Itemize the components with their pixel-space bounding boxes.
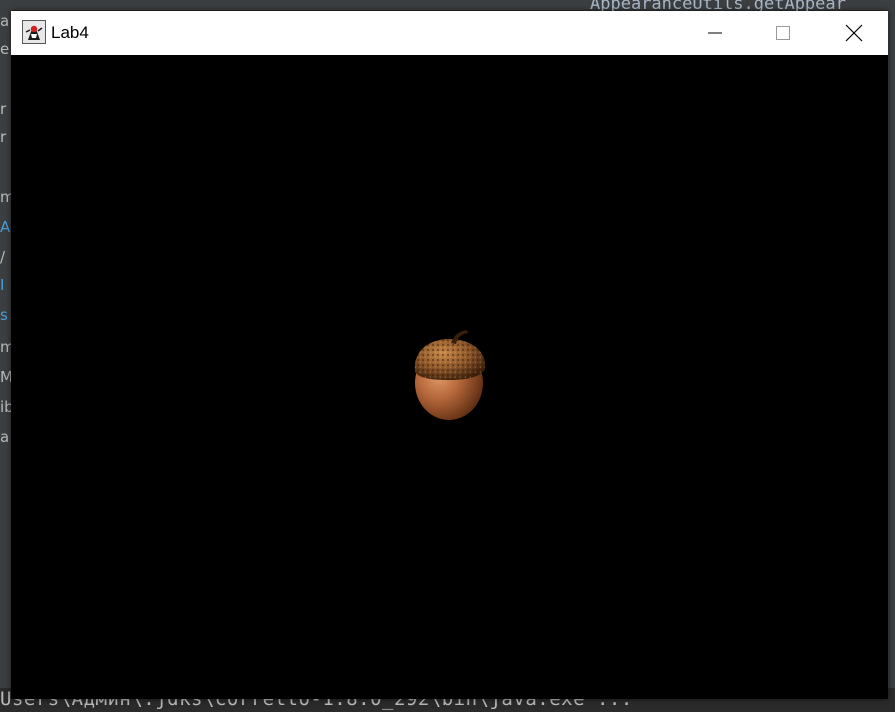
ide-right-panel — [888, 10, 895, 700]
ide-left-fragment: r — [0, 128, 7, 146]
minimize-button[interactable] — [692, 11, 738, 55]
maximize-button[interactable] — [760, 11, 806, 55]
ide-left-fragment: M — [0, 368, 11, 386]
ide-left-fragment: e — [0, 40, 10, 58]
ide-left-fragment: I — [0, 276, 5, 294]
ide-left-fragment: m — [0, 188, 11, 206]
minimize-icon — [708, 32, 722, 34]
acorn-model — [414, 330, 486, 420]
close-icon — [845, 24, 863, 42]
ide-left-fragment: / — [0, 248, 6, 266]
java-duke-icon — [22, 20, 46, 44]
ide-left-fragment: m — [0, 338, 11, 356]
maximize-icon — [776, 26, 790, 40]
ide-left-fragment: s — [0, 306, 8, 324]
window-title: Lab4 — [51, 23, 89, 42]
java3d-canvas[interactable] — [11, 55, 888, 699]
lab4-window: Lab4 — [11, 11, 888, 699]
close-button[interactable] — [831, 11, 877, 55]
ide-left-fragment: ib — [0, 398, 11, 416]
window-titlebar[interactable]: Lab4 — [11, 11, 888, 55]
ide-left-fragment: A — [0, 218, 11, 236]
ide-left-fragment: a — [0, 428, 10, 446]
ide-left-fragment: r — [0, 100, 7, 118]
ide-left-fragment: a — [0, 12, 10, 30]
ide-left-panel: a e r r m A / I s m M ib a — [0, 10, 11, 700]
